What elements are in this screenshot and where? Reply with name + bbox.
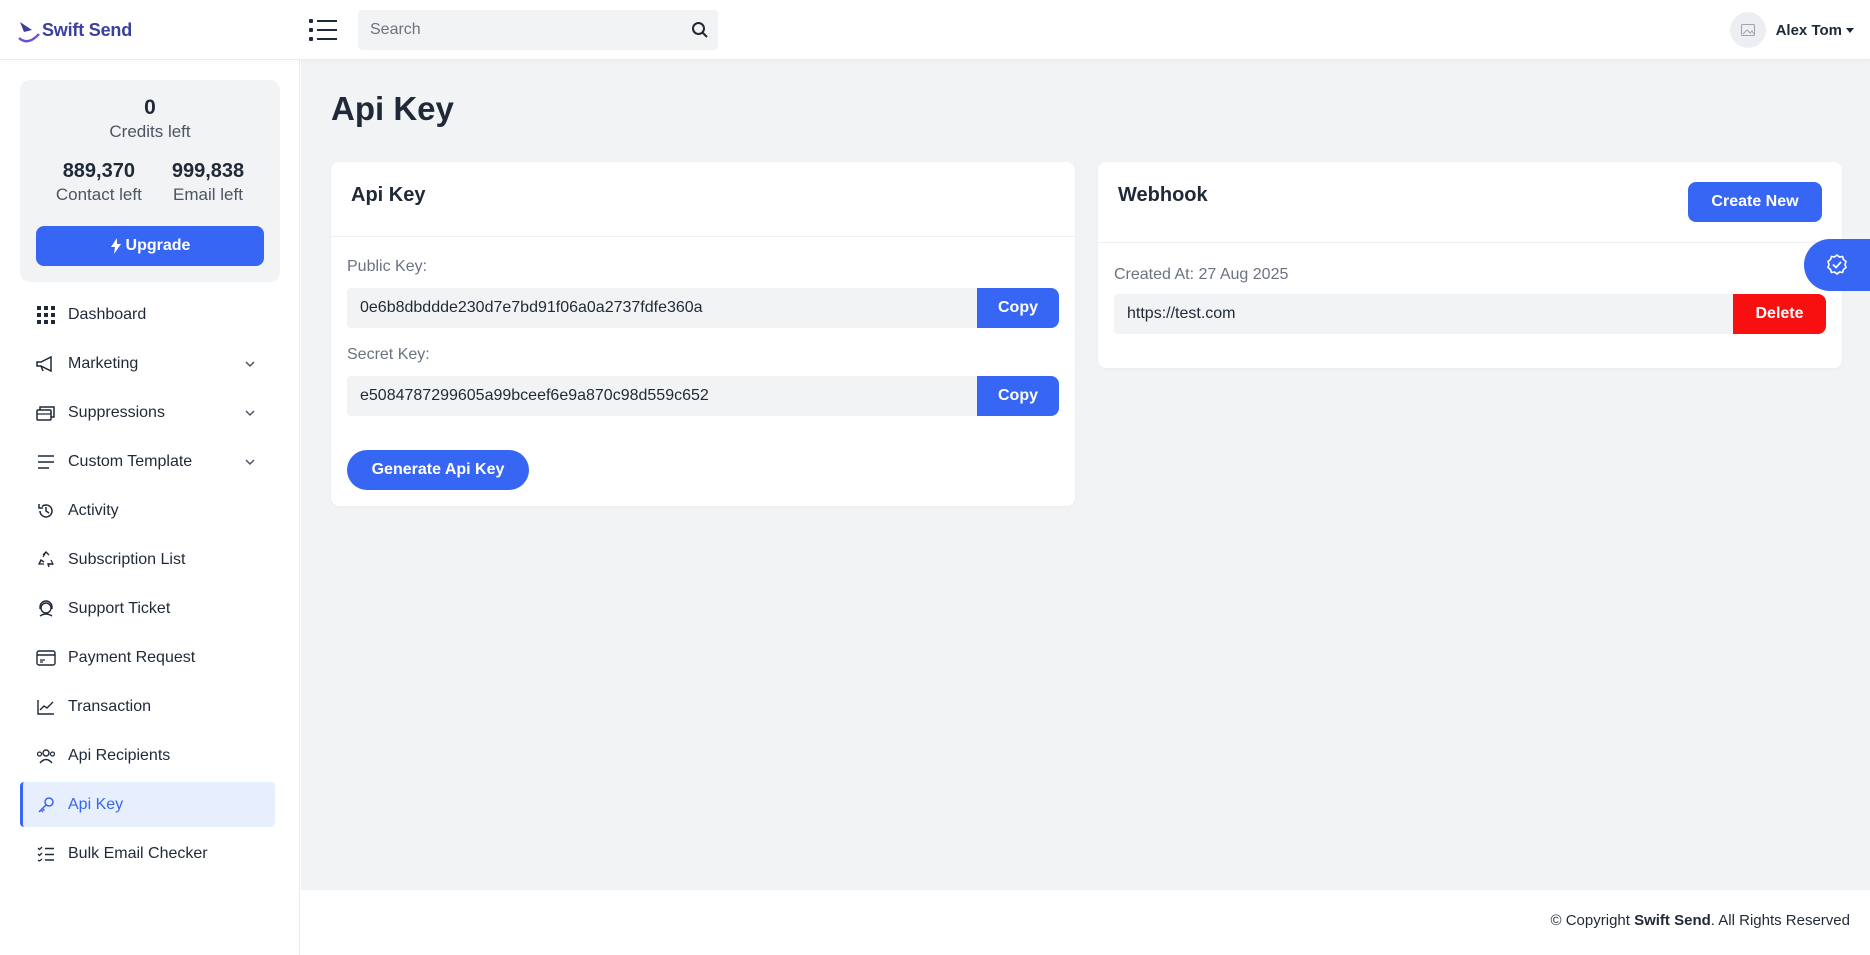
webhook-card-title: Webhook [1118, 184, 1208, 206]
sidebar-item-label: Api Recipients [68, 746, 171, 764]
generate-api-key-button[interactable]: Generate Api Key [347, 450, 529, 490]
public-key-field[interactable]: 0e6b8dbddde230d7e7bd91f06a0a2737fdfe360a [347, 288, 977, 328]
search-input[interactable] [358, 10, 682, 50]
stack-icon [36, 403, 56, 423]
footer: © Copyright Swift Send. All Rights Reser… [301, 890, 1870, 955]
contact-label: Contact left [55, 185, 142, 204]
sidebar-item-subscription-list[interactable]: Subscription List [20, 537, 275, 582]
sidebar-nav: Dashboard Marketing Suppressions Custom … [20, 292, 275, 880]
sidebar: 0 Credits left 889,370 Contact left 999,… [0, 60, 300, 955]
copyright-prefix: © Copyright [1550, 912, 1630, 929]
copyright-text: © Copyright Swift Send. All Rights Reser… [1551, 912, 1851, 929]
lines-icon [36, 452, 56, 472]
lightning-icon [110, 238, 121, 254]
headset-icon [36, 599, 56, 619]
credits-label: Credits left [109, 122, 191, 141]
page-title: Api Key [331, 90, 454, 127]
list-icon [309, 19, 337, 41]
copyright-suffix: . All Rights Reserved [1710, 912, 1850, 929]
sidebar-item-label: Bulk Email Checker [68, 844, 208, 862]
chevron-down-icon [245, 361, 255, 368]
checklist-icon [36, 844, 56, 864]
public-key-label: Public Key: [347, 258, 428, 275]
sidebar-item-label: Dashboard [68, 305, 147, 323]
webhook-card-header: Webhook Create New [1098, 162, 1842, 243]
contact-value: 889,370 [62, 160, 135, 182]
brand-name: Swift Send [42, 19, 133, 40]
sidebar-item-bulk-email-checker[interactable]: Bulk Email Checker [20, 831, 275, 876]
sidebar-item-dashboard[interactable]: Dashboard [20, 292, 275, 337]
copy-secret-key-button[interactable]: Copy [977, 376, 1059, 416]
floating-action-button[interactable] [1804, 239, 1870, 291]
chevron-down-icon [245, 459, 255, 466]
sidebar-item-custom-template[interactable]: Custom Template [20, 439, 275, 484]
webhook-url-group: https://test.com Delete [1114, 294, 1826, 334]
copyright-brand[interactable]: Swift Send [1634, 912, 1711, 929]
public-key-group: 0e6b8dbddde230d7e7bd91f06a0a2737fdfe360a… [347, 288, 1059, 328]
sidebar-item-suppressions[interactable]: Suppressions [20, 390, 275, 435]
search-button[interactable] [682, 10, 718, 50]
create-new-button[interactable]: Create New [1688, 182, 1822, 222]
sidebar-item-api-key[interactable]: Api Key [20, 782, 275, 827]
webhook-card: Webhook Create New Created At: 27 Aug 20… [1098, 162, 1842, 368]
sidebar-item-payment-request[interactable]: Payment Request [20, 635, 275, 680]
send-logo-icon [18, 22, 40, 43]
email-label: Email left [173, 185, 243, 204]
user-menu[interactable]: Alex Tom [1729, 12, 1854, 48]
brand-logo[interactable]: Swift Send [18, 14, 132, 46]
sidebar-item-api-recipients[interactable]: Api Recipients [20, 733, 275, 778]
sidebar-item-label: Activity [68, 501, 119, 519]
chevron-down-icon [245, 410, 255, 417]
api-key-card-header: Api Key [331, 162, 1075, 237]
users-icon [36, 746, 56, 766]
top-header: Swift Send Alex Tom [0, 0, 1870, 60]
sidebar-item-label: Payment Request [68, 648, 196, 666]
main-content: Api Key Api Key Public Key: 0e6b8dbddde2… [301, 60, 1870, 890]
badge-check-icon [1827, 253, 1847, 276]
sidebar-item-label: Marketing [68, 354, 139, 372]
webhook-created-at: Created At: 27 Aug 2025 [1114, 266, 1289, 283]
delete-webhook-button[interactable]: Delete [1733, 294, 1826, 334]
secret-key-label: Secret Key: [347, 346, 430, 363]
email-value: 999,838 [171, 160, 245, 182]
sidebar-item-label: Api Key [68, 795, 124, 813]
card-icon [36, 648, 56, 668]
sidebar-item-marketing[interactable]: Marketing [20, 341, 275, 386]
megaphone-icon [36, 354, 56, 374]
credits-value: 0 [144, 96, 156, 119]
upgrade-button[interactable]: Upgrade [36, 226, 264, 266]
secret-key-field[interactable]: e5084787299605a99bceef6e9a870c98d559c652 [347, 376, 977, 416]
sidebar-item-label: Subscription List [68, 550, 186, 568]
menu-toggle-button[interactable] [308, 16, 338, 44]
search-box [358, 10, 718, 50]
recycle-icon [36, 550, 56, 570]
image-placeholder-icon [1740, 24, 1755, 36]
sidebar-item-label: Support Ticket [68, 599, 171, 617]
sidebar-item-activity[interactable]: Activity [20, 488, 275, 533]
sidebar-item-transaction[interactable]: Transaction [20, 684, 275, 729]
sidebar-item-label: Suppressions [68, 403, 165, 421]
sidebar-item-label: Custom Template [68, 452, 193, 470]
copy-public-key-button[interactable]: Copy [977, 288, 1059, 328]
sidebar-item-support-ticket[interactable]: Support Ticket [20, 586, 275, 631]
sidebar-item-label: Transaction [68, 697, 151, 715]
avatar [1729, 12, 1766, 48]
user-name: Alex Tom [1775, 21, 1842, 39]
credits-card: 0 Credits left 889,370 Contact left 999,… [20, 80, 280, 282]
api-key-card: Api Key Public Key: 0e6b8dbddde230d7e7bd… [331, 162, 1075, 506]
caret-down-icon [1846, 27, 1854, 33]
secret-key-group: e5084787299605a99bceef6e9a870c98d559c652… [347, 376, 1059, 416]
chart-line-icon [36, 697, 56, 717]
history-icon [36, 501, 56, 521]
upgrade-label: Upgrade [125, 237, 191, 254]
key-icon [36, 795, 56, 815]
webhook-url-field[interactable]: https://test.com [1114, 294, 1733, 334]
grid-icon [36, 305, 56, 325]
api-key-card-title: Api Key [351, 184, 426, 206]
search-icon [692, 22, 708, 38]
